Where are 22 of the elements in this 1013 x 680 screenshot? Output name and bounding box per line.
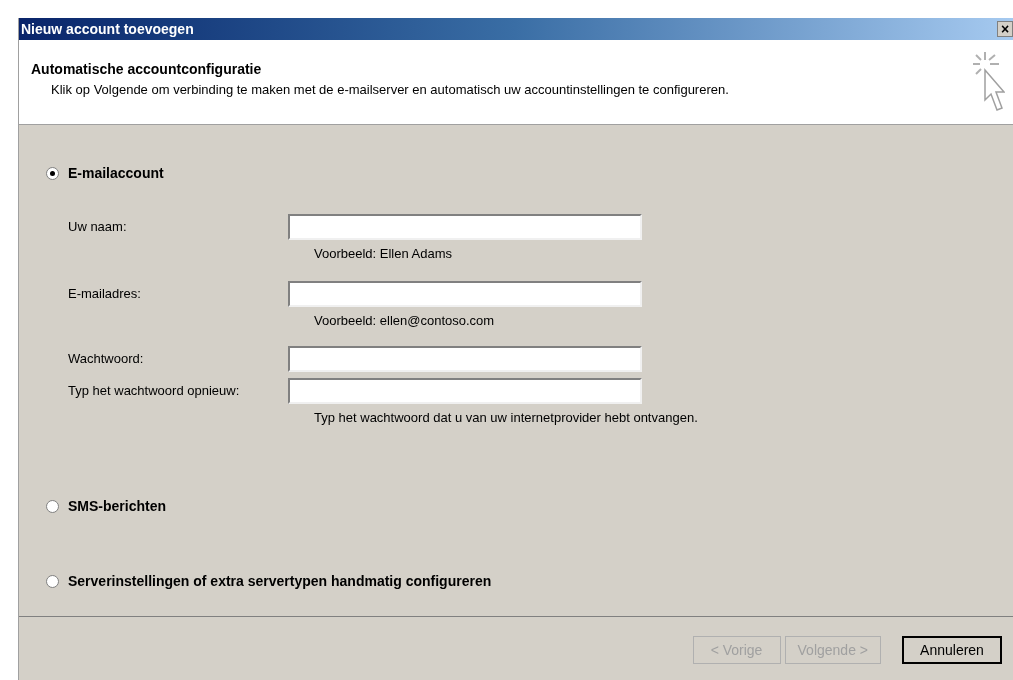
option-label[interactable]: Serverinstellingen of extra servertypen handmatig configureren (68, 570, 492, 592)
input-field[interactable] (288, 378, 642, 404)
input-field[interactable] (288, 214, 642, 240)
field-label: Typ het wachtwoord opnieuw: (68, 382, 241, 401)
window-title: Nieuw account toevoegen (21, 19, 194, 39)
dialog-button[interactable]: Annuleren (902, 636, 1002, 664)
field-label: Wachtwoord: (68, 350, 145, 369)
field-hint: Voorbeeld: ellen@contoso.com (314, 312, 495, 328)
radio-button[interactable] (46, 167, 59, 180)
input-field[interactable] (288, 346, 642, 372)
option-label[interactable]: E-mailaccount (68, 163, 164, 184)
field-hint: Typ het wachtwoord dat u van uw internetprovider hebt ontvangen. (314, 410, 698, 425)
field-label: Uw naam: (68, 218, 128, 237)
header-title: Automatische accountconfiguratie (31, 60, 263, 79)
option-label[interactable]: SMS-berichten (68, 495, 166, 517)
field-label: E-mailadres: (68, 284, 142, 303)
radio-button[interactable] (46, 574, 59, 588)
field-hint: Voorbeeld: Ellen Adams (314, 246, 453, 261)
close-button[interactable]: × (997, 21, 1013, 37)
radio-button[interactable] (46, 499, 59, 513)
input-field[interactable] (288, 280, 642, 307)
header-description: Klik op Volgende om verbinding te maken met de e-mailserver en automatisch uw accountinstellingen te configureren. (50, 81, 729, 99)
